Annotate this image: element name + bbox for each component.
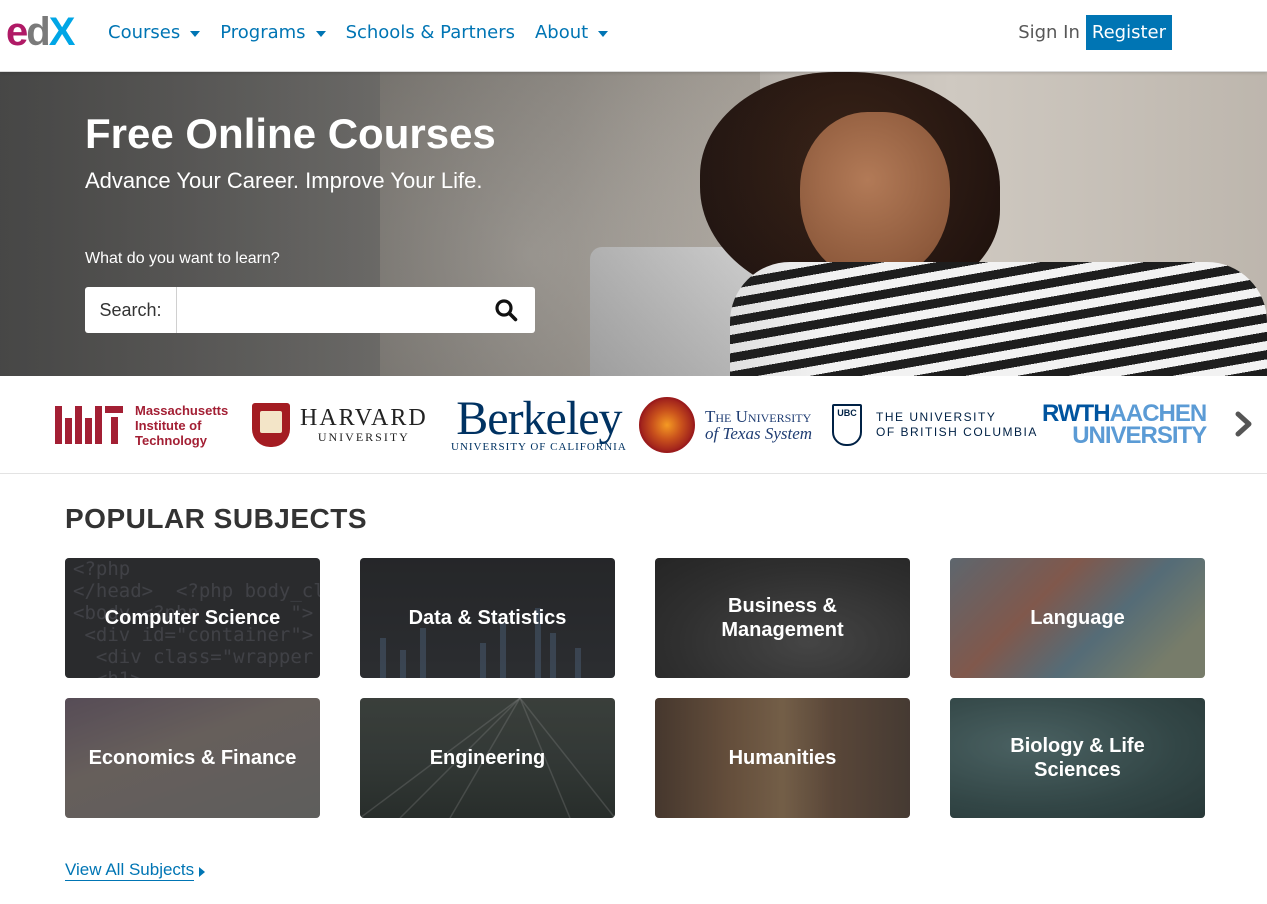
subject-tile-label: Business & Management	[721, 595, 844, 641]
subject-tile-label: Biology & Life Sciences	[1010, 735, 1145, 781]
partner-ut-system[interactable]: The University of Texas System	[639, 396, 812, 454]
search-icon	[495, 299, 518, 322]
sign-in-link[interactable]: Sign In	[1018, 22, 1080, 43]
search-bar: Search:	[85, 287, 535, 333]
subject-tile-label: Engineering	[429, 747, 546, 769]
caret-right-icon	[199, 867, 205, 877]
logo-letter-e: e	[6, 10, 28, 54]
subject-tile-language[interactable]: Language	[950, 558, 1205, 678]
nav-about[interactable]: About	[534, 22, 609, 43]
harvard-shield-icon	[252, 403, 290, 447]
nav-schools-partners-label: Schools & Partners	[345, 22, 515, 43]
chevron-down-icon	[315, 30, 326, 37]
mit-name: Massachusetts Institute of Technology	[135, 402, 229, 448]
ut-name: The University of Texas System	[705, 407, 813, 443]
chevron-right-icon	[1235, 411, 1252, 437]
subject-tile-label: Computer Science	[104, 607, 281, 629]
subject-tile-label: Language	[1030, 607, 1125, 629]
edx-logo[interactable]: edX	[6, 12, 86, 52]
subject-tile-computer-science[interactable]: <?php </head> <?php body_class <body <?p…	[65, 558, 320, 678]
logo-letter-d: d	[26, 10, 50, 54]
search-label: Search:	[85, 287, 177, 333]
partner-ubc[interactable]: UBC THE UNIVERSITY OF BRITISH COLUMBIA	[832, 396, 1038, 454]
ubc-crest-icon: UBC	[832, 404, 862, 446]
chevron-down-icon	[598, 30, 609, 37]
site-header: edX Courses Programs Schools & Partners …	[0, 0, 1267, 72]
chevron-down-icon	[190, 30, 201, 37]
view-all-subjects-link[interactable]: View All Subjects	[65, 860, 195, 881]
hero-title: Free Online Courses	[85, 110, 496, 157]
nav-courses-label: Courses	[108, 22, 181, 43]
popular-subjects-heading: POPULAR SUBJECTS	[65, 503, 368, 534]
partner-logos-strip: Massachusetts Institute of Technology HA…	[0, 376, 1267, 474]
nav-schools-partners[interactable]: Schools & Partners	[346, 22, 515, 43]
subject-tile-business-management[interactable]: Business & Management	[655, 558, 910, 678]
nav-programs[interactable]: Programs	[220, 22, 326, 43]
logo-letter-x: X	[48, 10, 76, 54]
ubc-name: THE UNIVERSITY OF BRITISH COLUMBIA	[876, 410, 1038, 439]
hero-banner: Free Online Courses Advance Your Career.…	[0, 72, 1267, 376]
subject-tile-label: Economics & Finance	[88, 747, 297, 769]
subject-tile-economics-finance[interactable]: Economics & Finance	[65, 698, 320, 818]
subject-tile-humanities[interactable]: Humanities	[655, 698, 910, 818]
rwth-name: RWTHAACHEN UNIVERSITY	[1042, 400, 1207, 449]
subject-tile-data-statistics[interactable]: Data & Statistics	[360, 558, 615, 678]
partner-rwth[interactable]: RWTHAACHEN UNIVERSITY	[1042, 396, 1207, 454]
hero-subtitle: Advance Your Career. Improve Your Life.	[85, 168, 483, 193]
mit-logo-mark	[55, 406, 123, 444]
search-prompt: What do you want to learn?	[85, 250, 280, 267]
partners-next-button[interactable]	[1232, 406, 1256, 442]
search-button[interactable]	[477, 287, 535, 333]
subject-tile-engineering[interactable]: Engineering	[360, 698, 615, 818]
nav-courses[interactable]: Courses	[108, 22, 201, 43]
search-input[interactable]	[177, 287, 477, 333]
berkeley-name: Berkeley UNIVERSITY OF CALIFORNIA	[451, 392, 627, 454]
partner-harvard[interactable]: HARVARD UNIVERSITY	[252, 396, 428, 454]
register-button[interactable]: Register	[1085, 15, 1172, 50]
ut-seal-icon	[639, 397, 695, 453]
auth-links: Sign In Register	[1018, 15, 1172, 50]
subject-tile-label: Data & Statistics	[408, 607, 567, 629]
main-nav: Courses Programs Schools & Partners Abou…	[108, 22, 628, 43]
subject-tile-biology-life-sciences[interactable]: Biology & Life Sciences	[950, 698, 1205, 818]
partner-berkeley[interactable]: Berkeley UNIVERSITY OF CALIFORNIA	[451, 392, 627, 454]
subject-tile-label: Humanities	[728, 747, 837, 769]
nav-programs-label: Programs	[220, 22, 306, 43]
partner-mit[interactable]: Massachusetts Institute of Technology	[55, 396, 228, 454]
nav-about-label: About	[534, 22, 589, 43]
harvard-name: HARVARD UNIVERSITY	[300, 404, 428, 444]
